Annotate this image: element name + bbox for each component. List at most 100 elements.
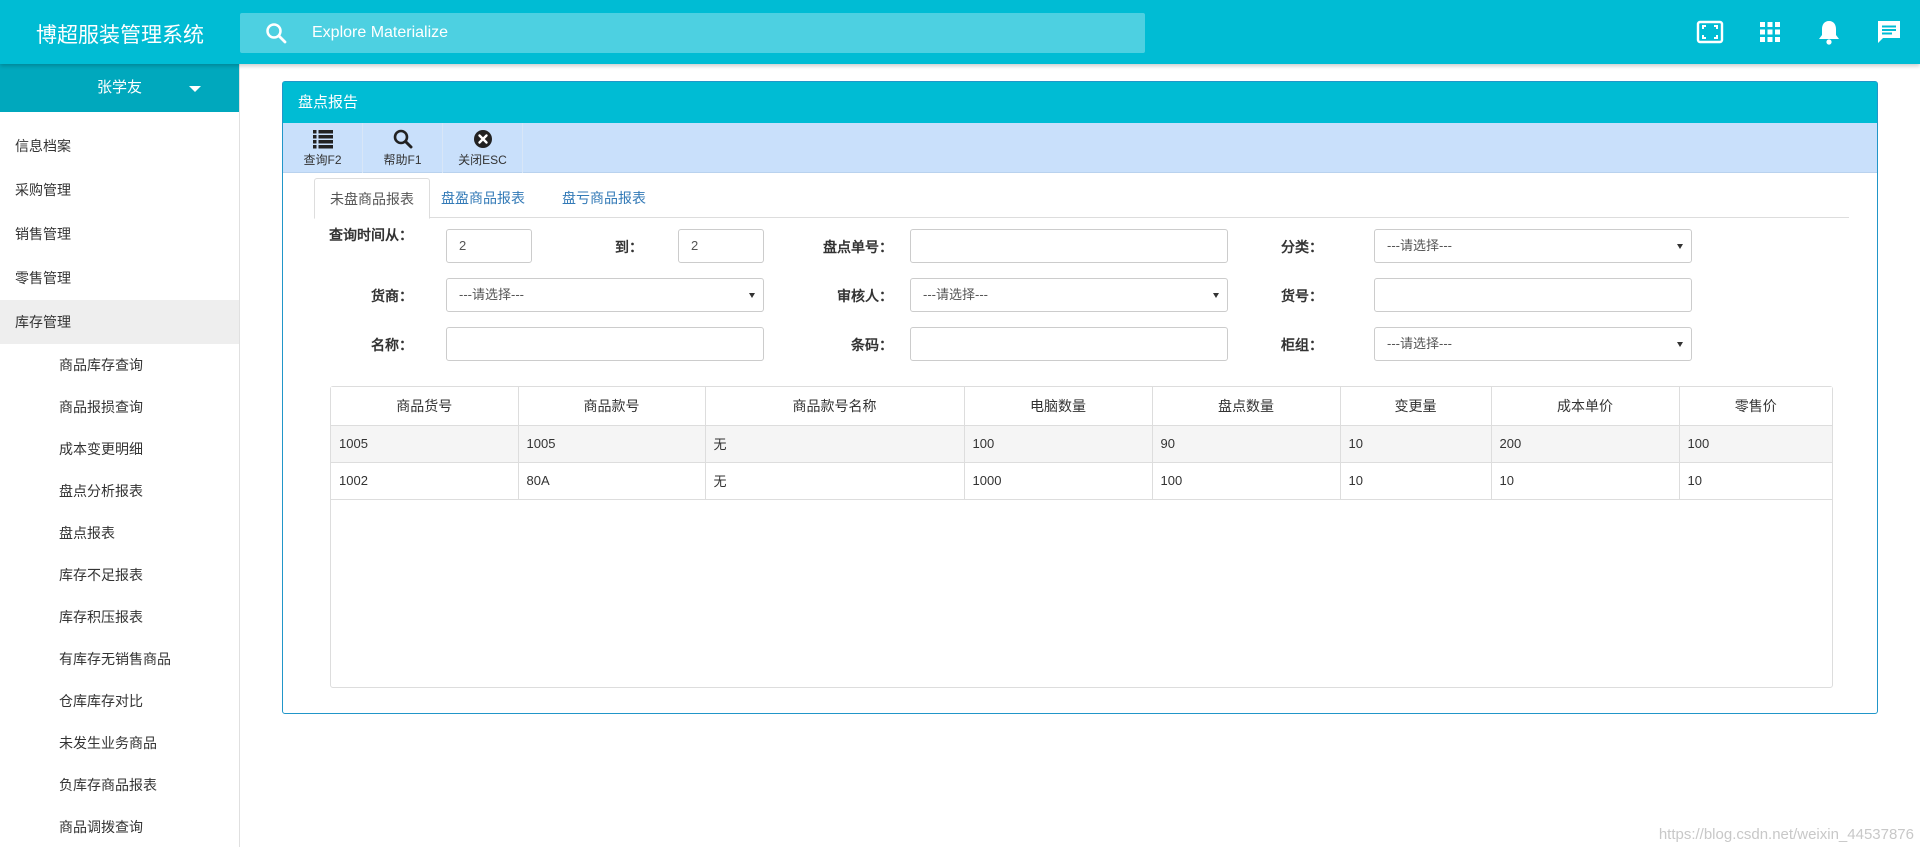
caret-down-icon[interactable] [189, 86, 201, 92]
sidebar-item-purchase[interactable]: 采购管理 [0, 168, 239, 212]
user-name: 张学友 [96, 79, 142, 96]
table-cell: 10 [1490, 461, 1680, 500]
table-cell: 无 [704, 424, 965, 463]
panel-title: 盘点报告 [283, 82, 1877, 123]
top-app-bar: 博超服装管理系统 Explore Materialize [0, 0, 1920, 64]
category-label: 分类： [1281, 239, 1323, 255]
tab-shortage[interactable]: 盘亏商品报表 [547, 178, 661, 219]
report-table: 商品货号 商品款号 商品款号名称 电脑数量 盘点数量 变更量 成本单价 零售价 … [331, 387, 1832, 500]
table-cell: 无 [704, 461, 965, 500]
inventory-no-input[interactable] [910, 229, 1228, 263]
select-arrow-icon [1213, 293, 1219, 298]
table-cell: 100 [963, 424, 1153, 463]
table-cell: 1000 [963, 461, 1153, 500]
bell-icon[interactable] [1815, 18, 1843, 46]
fullscreen-icon[interactable] [1696, 18, 1724, 46]
supplier-select[interactable]: ---请选择--- [446, 278, 764, 312]
watermark: https://blog.csdn.net/weixin_44537876 [1658, 826, 1914, 843]
apps-grid-icon[interactable] [1756, 18, 1784, 46]
column-header[interactable]: 商品款号名称 [704, 387, 965, 426]
sidebar-subitem-count-analysis[interactable]: 盘点分析报表 [0, 470, 239, 512]
item-no-input[interactable] [1374, 278, 1692, 312]
to-input[interactable]: 2 [678, 229, 764, 263]
inventory-report-panel: 盘点报告 查询F2 帮助F1 关闭ESC 未盘商品报表 盘盈商品报表 盘亏商品报… [282, 81, 1878, 714]
reviewer-label: 审核人： [837, 288, 893, 304]
table-cell: 90 [1151, 424, 1341, 463]
reviewer-selected: ---请选择--- [923, 287, 988, 302]
inventory-no-label: 盘点单号： [823, 239, 893, 255]
table-cell: 10 [1678, 461, 1832, 500]
app-title: 博超服装管理系统 [36, 23, 204, 47]
table-row[interactable]: 1002 80A 无 1000 100 10 10 10 [331, 461, 1832, 500]
table-cell: 100 [1151, 461, 1341, 500]
barcode-label: 条码： [851, 337, 893, 353]
table-cell: 80A [517, 461, 706, 500]
sidebar-subitem-negative-stock[interactable]: 负库存商品报表 [0, 764, 239, 806]
tab-surplus[interactable]: 盘盈商品报表 [426, 178, 540, 219]
sidebar-subitem-no-sales[interactable]: 有库存无销售商品 [0, 638, 239, 680]
column-header[interactable]: 零售价 [1678, 387, 1832, 426]
column-header[interactable]: 商品款号 [517, 387, 706, 426]
sidebar-item-inventory[interactable]: 库存管理 [0, 300, 239, 344]
query-from-input[interactable]: 2 [446, 229, 532, 263]
sidebar-subitem-cost-change[interactable]: 成本变更明细 [0, 428, 239, 470]
counter-label: 柜组： [1281, 337, 1323, 353]
table-cell: 10 [1339, 424, 1492, 463]
table-cell: 100 [1678, 424, 1832, 463]
chat-icon[interactable] [1875, 18, 1903, 46]
sidebar: 张学友 信息档案 采购管理 销售管理 零售管理 库存管理 商品库存查询 商品报损… [0, 64, 240, 847]
sidebar-item-info-archive[interactable]: 信息档案 [0, 124, 239, 168]
report-table-container: 商品货号 商品款号 商品款号名称 电脑数量 盘点数量 变更量 成本单价 零售价 … [330, 386, 1833, 688]
column-header[interactable]: 变更量 [1339, 387, 1492, 426]
name-label: 名称： [371, 337, 413, 353]
sidebar-subitem-transfer-query[interactable]: 商品调拨查询 [0, 806, 239, 847]
sidebar-item-retail[interactable]: 零售管理 [0, 256, 239, 300]
query-button[interactable]: 查询F2 [283, 123, 363, 173]
sidebar-subitem-low-stock[interactable]: 库存不足报表 [0, 554, 239, 596]
category-selected: ---请选择--- [1387, 238, 1452, 253]
user-dropdown[interactable]: 张学友 [0, 64, 239, 112]
sidebar-subitem-count-report[interactable]: 盘点报表 [0, 512, 239, 554]
column-header[interactable]: 盘点数量 [1151, 387, 1341, 426]
item-no-label: 货号： [1281, 288, 1323, 304]
sidebar-subitem-overstock[interactable]: 库存积压报表 [0, 596, 239, 638]
list-icon [312, 130, 333, 149]
close-button[interactable]: 关闭ESC [443, 123, 523, 173]
reviewer-select[interactable]: ---请选择--- [910, 278, 1228, 312]
query-from-label: 查询时间从： [329, 227, 413, 243]
select-arrow-icon [1677, 244, 1683, 249]
table-cell: 200 [1490, 424, 1680, 463]
sidebar-item-sales[interactable]: 销售管理 [0, 212, 239, 256]
select-arrow-icon [1677, 342, 1683, 347]
query-label: 查询F2 [303, 153, 342, 167]
help-button[interactable]: 帮助F1 [363, 123, 443, 173]
table-cell: 1005 [517, 424, 706, 463]
to-label: 到： [615, 239, 643, 255]
tab-uncounted[interactable]: 未盘商品报表 [314, 178, 430, 219]
barcode-input[interactable] [910, 327, 1228, 361]
table-cell: 1005 [331, 424, 519, 463]
counter-select[interactable]: ---请选择--- [1374, 327, 1692, 361]
search-icon[interactable] [264, 21, 288, 45]
table-header-row: 商品货号 商品款号 商品款号名称 电脑数量 盘点数量 变更量 成本单价 零售价 [331, 387, 1832, 426]
search-input[interactable]: Explore Materialize [312, 13, 448, 53]
column-header[interactable]: 成本单价 [1490, 387, 1680, 426]
table-cell: 1002 [331, 461, 519, 500]
search-bar[interactable]: Explore Materialize [240, 13, 1145, 53]
name-input[interactable] [446, 327, 764, 361]
sidebar-nav: 信息档案 采购管理 销售管理 零售管理 库存管理 商品库存查询 商品报损查询 成… [0, 124, 239, 847]
sidebar-subitem-stock-query[interactable]: 商品库存查询 [0, 344, 239, 386]
column-header[interactable]: 商品货号 [331, 387, 519, 426]
sidebar-subitem-no-business[interactable]: 未发生业务商品 [0, 722, 239, 764]
close-circle-icon [473, 130, 492, 148]
sidebar-subitem-loss-query[interactable]: 商品报损查询 [0, 386, 239, 428]
category-select[interactable]: ---请选择--- [1374, 229, 1692, 263]
counter-selected: ---请选择--- [1387, 336, 1452, 351]
sidebar-subitem-warehouse-compare[interactable]: 仓库库存对比 [0, 680, 239, 722]
table-row[interactable]: 1005 1005 无 100 90 10 200 100 [331, 424, 1832, 463]
supplier-selected: ---请选择--- [459, 287, 524, 302]
toolbar: 查询F2 帮助F1 关闭ESC [283, 123, 1877, 173]
close-label: 关闭ESC [458, 153, 507, 167]
column-header[interactable]: 电脑数量 [963, 387, 1153, 426]
report-tabs: 未盘商品报表 盘盈商品报表 盘亏商品报表 [314, 178, 1849, 219]
